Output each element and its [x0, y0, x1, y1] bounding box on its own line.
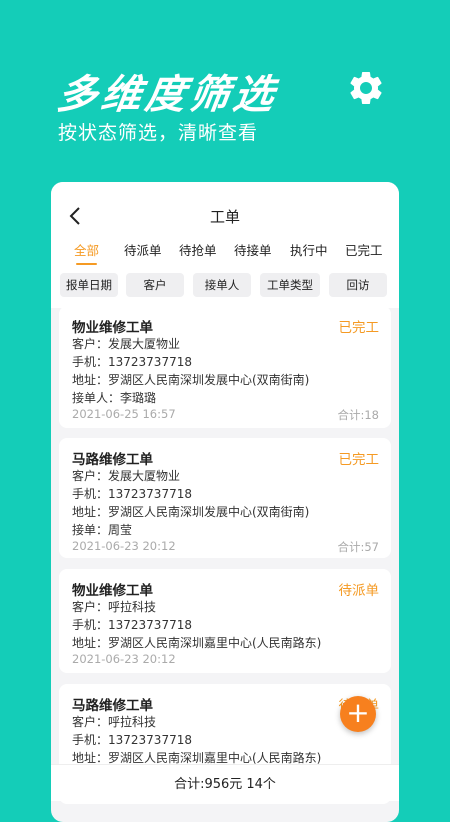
order-phone: 手机：13723737718 [72, 618, 192, 632]
filter-order-type[interactable]: 工单类型 [260, 273, 320, 297]
hero-title: 多维度筛选 [54, 72, 281, 118]
filter-report-date[interactable]: 报单日期 [60, 273, 118, 297]
tab-pending-grab[interactable]: 待抢单 [179, 240, 217, 259]
order-title: 马路维修工单 [72, 698, 153, 714]
tab-in-progress[interactable]: 执行中 [290, 240, 328, 259]
order-customer: 客户：发展大厦物业 [72, 337, 181, 351]
order-card[interactable]: 物业维修工单 待派单 客户：呼拉科技 手机：13723737718 地址：罗湖区… [59, 569, 391, 673]
order-phone: 手机：13723737718 [72, 355, 192, 369]
add-order-button[interactable]: + [340, 696, 376, 732]
summary-bar: 合计:956元 14个 [51, 764, 399, 801]
order-receiver: 接单：周莹 [72, 523, 133, 537]
tab-pending-dispatch[interactable]: 待派单 [124, 240, 162, 259]
order-address: 地址：罗湖区人民南深圳发展中心(双南街南) [72, 373, 310, 387]
order-address: 地址：罗湖区人民南深圳发展中心(双南街南) [72, 505, 310, 519]
status-tabs: 全部 待派单 待抢单 待接单 执行中 已完工 [51, 238, 399, 268]
order-customer: 客户：呼拉科技 [72, 600, 157, 614]
order-card[interactable]: 物业维修工单 已完工 客户：发展大厦物业 手机：13723737718 地址：罗… [59, 306, 391, 428]
order-date: 2021-06-23 20:12 [72, 539, 176, 553]
tab-completed[interactable]: 已完工 [345, 240, 383, 259]
order-phone: 手机：13723737718 [72, 487, 192, 501]
summary-text: 合计:956元 14个 [174, 777, 276, 792]
order-date: 2021-06-25 16:57 [72, 407, 176, 421]
order-customer: 客户：呼拉科技 [72, 715, 157, 729]
order-status: 已完工 [338, 320, 380, 336]
order-phone: 手机：13723737718 [72, 733, 192, 747]
order-total: 合计:57 [337, 540, 379, 554]
order-customer: 客户：发展大厦物业 [72, 469, 181, 483]
tab-pending-accept[interactable]: 待接单 [234, 240, 272, 259]
order-title: 物业维修工单 [72, 583, 153, 599]
order-title: 物业维修工单 [72, 320, 153, 336]
hero-subtitle: 按状态筛选，清晰查看 [58, 122, 259, 144]
filter-return-visit[interactable]: 回访 [329, 273, 387, 297]
order-receiver: 接单人：李璐璐 [72, 391, 157, 405]
filter-bar: 报单日期 客户 接单人 工单类型 回访 [51, 268, 399, 308]
order-status: 待派单 [338, 583, 380, 599]
order-status: 已完工 [338, 452, 380, 468]
tab-all[interactable]: 全部 [74, 240, 99, 265]
filter-customer[interactable]: 客户 [126, 273, 184, 297]
order-address: 地址：罗湖区人民南深圳嘉里中心(人民南路东) [72, 636, 322, 650]
order-total: 合计:18 [337, 408, 379, 422]
page-title: 工单 [209, 208, 240, 226]
gear-icon[interactable] [346, 68, 386, 108]
filter-receiver[interactable]: 接单人 [193, 273, 251, 297]
order-card[interactable]: 马路维修工单 已完工 客户：发展大厦物业 手机：13723737718 地址：罗… [59, 438, 391, 558]
order-date: 2021-06-23 20:12 [72, 652, 176, 666]
plus-icon: + [346, 696, 370, 729]
order-title: 马路维修工单 [72, 452, 153, 468]
